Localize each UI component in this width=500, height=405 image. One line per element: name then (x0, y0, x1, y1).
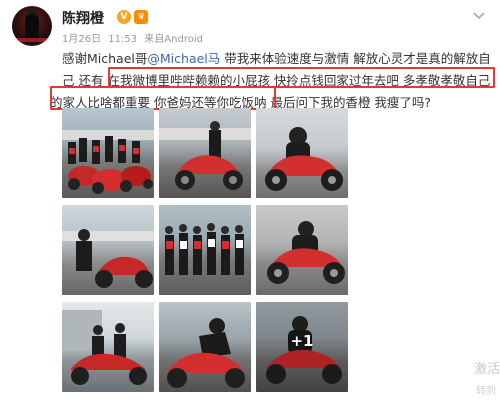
mention-link[interactable]: @Michael马 (147, 51, 220, 66)
photo-thumbnail[interactable] (159, 302, 251, 392)
verified-badge-icon: V (117, 9, 131, 24)
photo-image (165, 223, 244, 275)
photo-thumbnail[interactable] (62, 108, 154, 198)
watermark-text: 激活 (473, 362, 500, 377)
post-meta: 1月26日 11:53 来自Android (62, 30, 207, 45)
photo-image (159, 121, 251, 190)
avatar-brand-stripe (12, 38, 52, 42)
post-time: 11:53 (108, 34, 138, 45)
user-avatar[interactable] (12, 6, 52, 46)
photo-thumbnail[interactable] (159, 205, 251, 295)
photo-image (62, 310, 147, 385)
photo-thumbnail[interactable] (256, 205, 348, 295)
photo-image (167, 318, 245, 388)
post-source-prefix: 来自 (144, 34, 165, 45)
photo-image (265, 127, 343, 191)
photo-thumbnail[interactable] (62, 205, 154, 295)
avatar-figure (25, 14, 39, 40)
username[interactable]: 陈翔橙 (62, 8, 104, 28)
vip-crown-icon: ♛ (134, 9, 148, 24)
post-text-part: 感谢Michael哥 (62, 51, 148, 66)
chevron-down-icon[interactable] (472, 10, 486, 20)
post-text-part: 带我来体验速度与激情 解放心灵才是真的解放自 (220, 51, 491, 66)
photo-thumbnail[interactable] (62, 302, 154, 392)
photo-image (62, 229, 154, 288)
post-date: 1月26日 (62, 34, 102, 45)
highlight-box (50, 86, 276, 110)
user-badges: V ♛ (117, 9, 148, 24)
photo-image (267, 221, 345, 284)
photo-thumbnail[interactable] (159, 108, 251, 198)
photo-thumbnail[interactable]: +1 (256, 302, 348, 392)
post-source[interactable]: Android (164, 34, 203, 45)
photo-image (62, 130, 154, 194)
photo-thumbnail[interactable] (256, 108, 348, 198)
more-photos-count[interactable]: +1 (256, 332, 348, 350)
highlight-box (108, 67, 495, 88)
watermark-text: 转到 (476, 386, 496, 397)
